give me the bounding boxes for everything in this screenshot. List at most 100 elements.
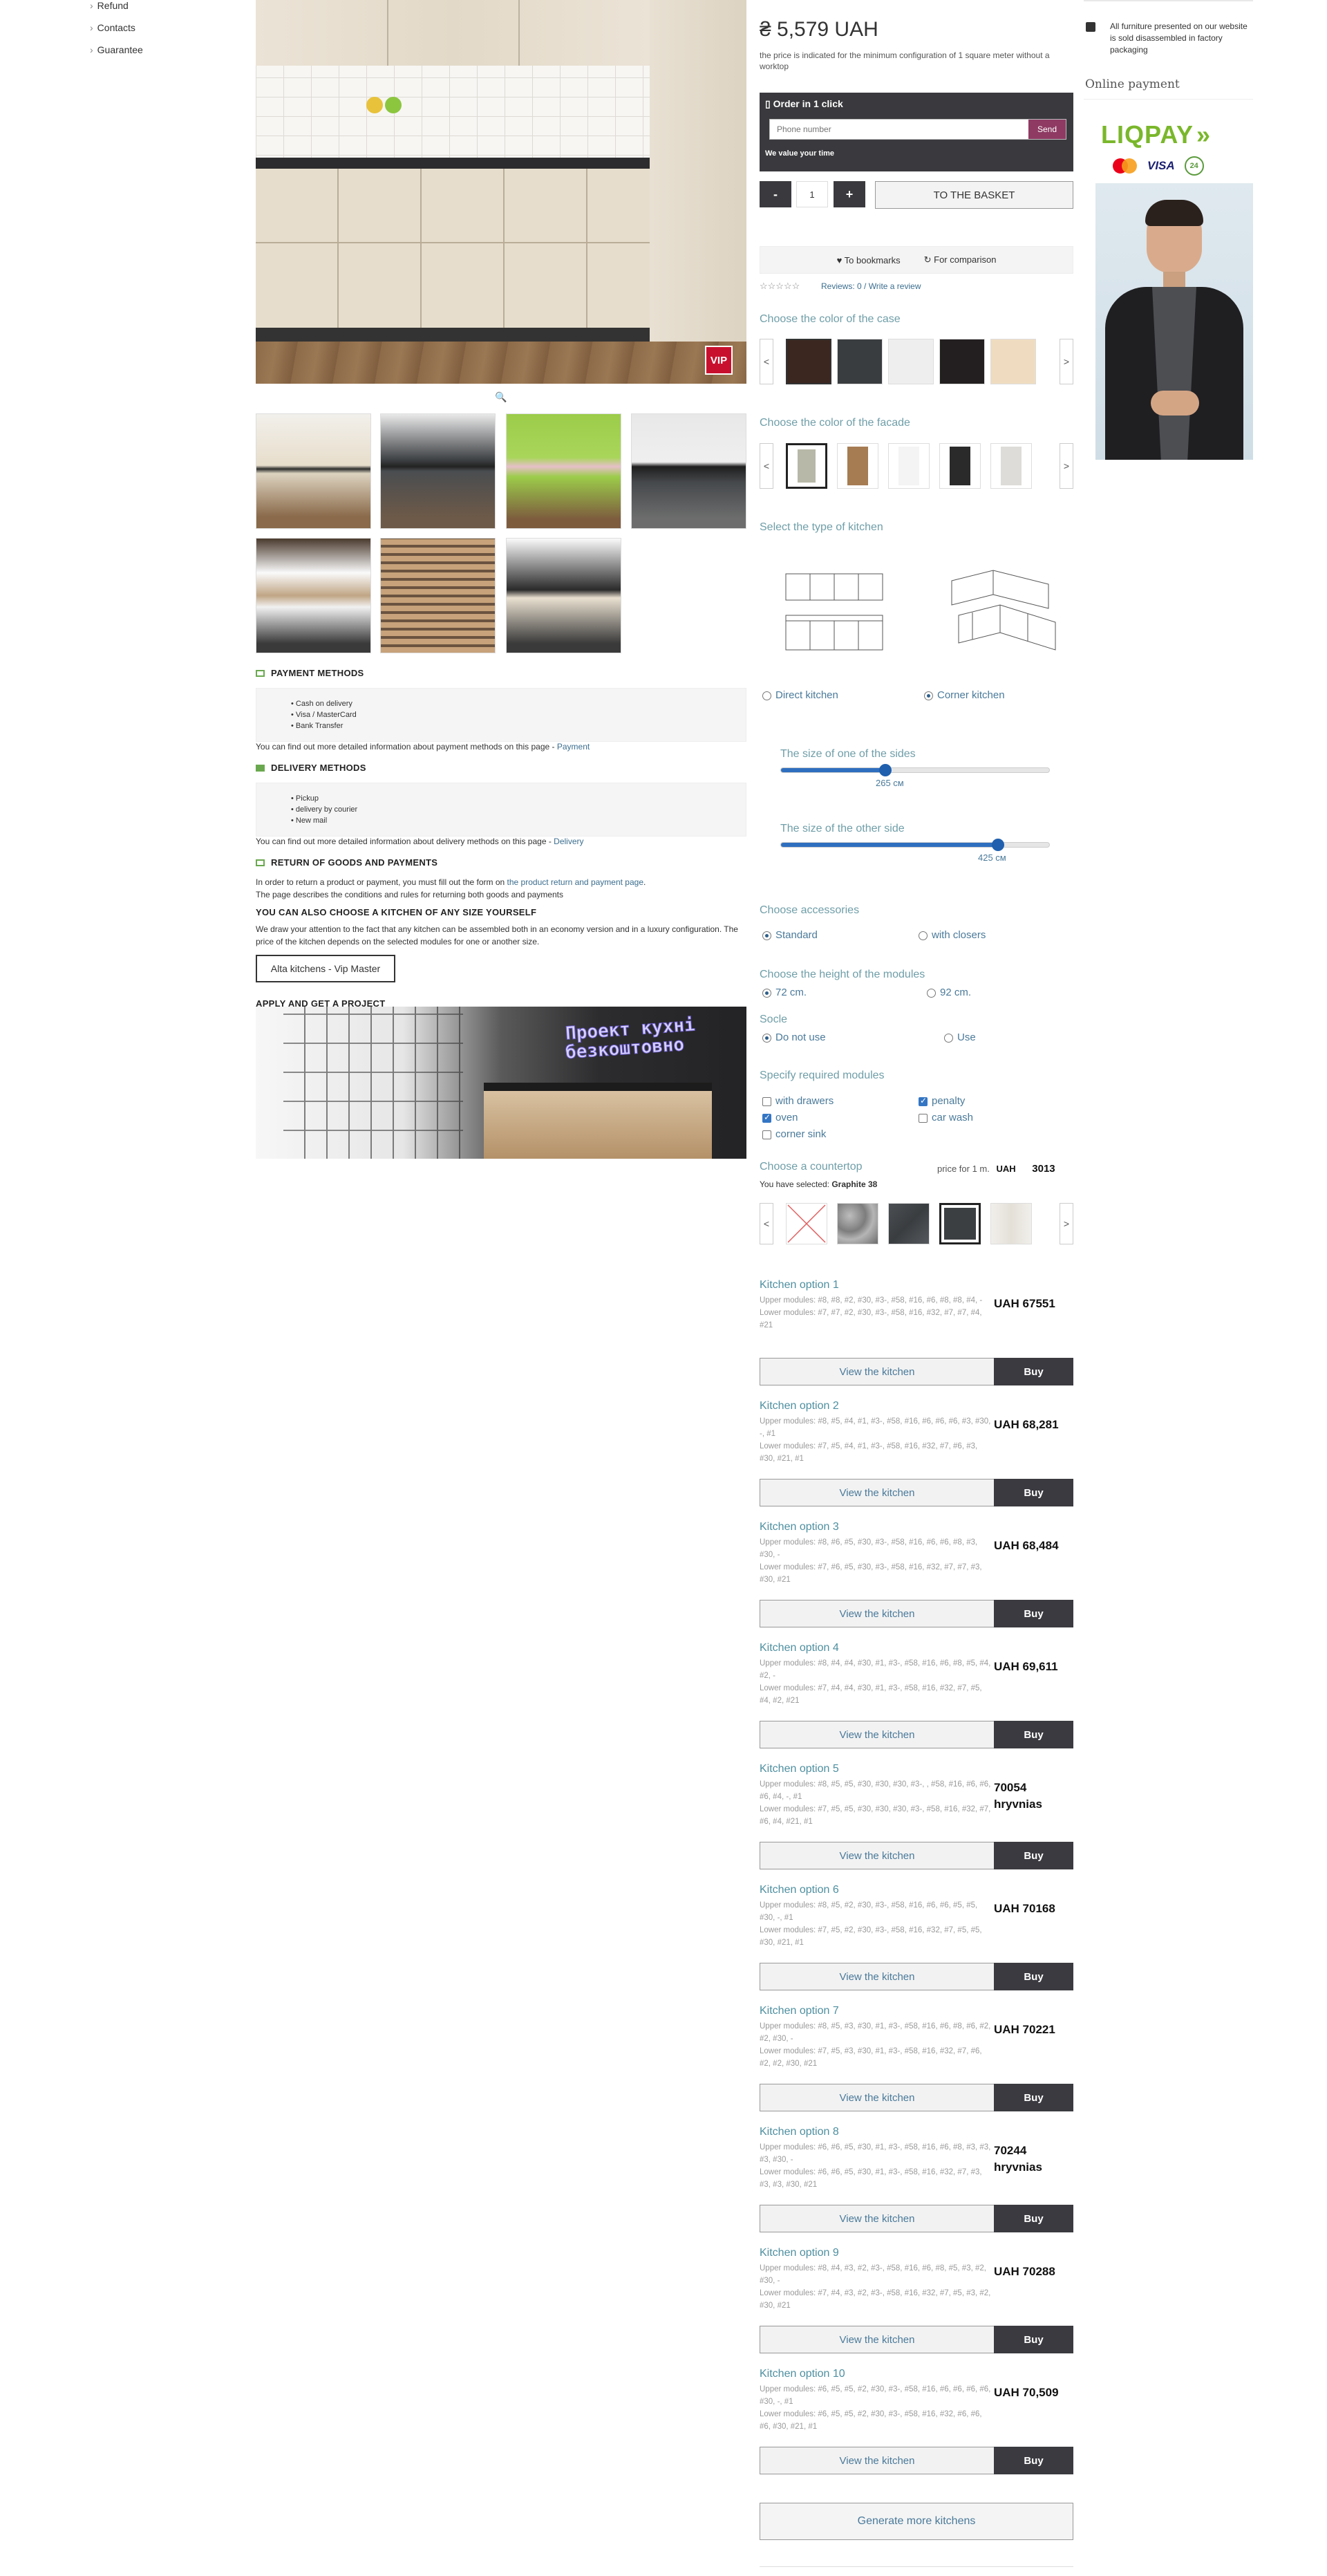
case-swatch[interactable] bbox=[939, 339, 985, 384]
facade-swatch[interactable] bbox=[990, 443, 1032, 489]
gallery-thumb-4[interactable] bbox=[631, 413, 746, 529]
case-next-arrow[interactable]: > bbox=[1060, 339, 1073, 384]
payment-link[interactable]: Payment bbox=[557, 742, 590, 752]
view-kitchen-button[interactable]: View the kitchen bbox=[760, 1600, 995, 1627]
countertop-next-arrow[interactable]: > bbox=[1060, 1203, 1073, 1244]
gallery-thumb-3[interactable] bbox=[506, 413, 621, 529]
side1-slider-handle[interactable] bbox=[879, 764, 892, 776]
socle-use-option[interactable]: Use bbox=[944, 1032, 976, 1043]
corner-kitchen-drawing[interactable] bbox=[945, 567, 1069, 657]
buy-button[interactable]: Buy bbox=[994, 1479, 1073, 1506]
phone-number-input[interactable] bbox=[770, 120, 1028, 139]
gallery-thumb-2[interactable] bbox=[380, 413, 496, 529]
module-checkbox[interactable] bbox=[762, 1112, 771, 1123]
countertop-swatch[interactable] bbox=[837, 1203, 878, 1244]
facade-swatch[interactable] bbox=[837, 443, 878, 489]
gallery-thumb-6[interactable] bbox=[380, 538, 496, 653]
sidebar-link-contacts[interactable]: Contacts bbox=[90, 22, 135, 33]
zoom-icon[interactable]: 🔍 bbox=[495, 391, 507, 402]
height-92-radio[interactable] bbox=[927, 989, 936, 998]
buy-button[interactable]: Buy bbox=[994, 1600, 1073, 1627]
buy-button[interactable]: Buy bbox=[994, 2326, 1073, 2353]
view-kitchen-button[interactable]: View the kitchen bbox=[760, 2326, 995, 2353]
case-swatch[interactable] bbox=[888, 339, 934, 384]
kitchen-option-title[interactable]: Kitchen option 8 bbox=[760, 2126, 839, 2138]
closers-radio[interactable] bbox=[919, 931, 928, 941]
countertop-swatch-selected[interactable] bbox=[939, 1203, 981, 1244]
qty-plus-button[interactable]: + bbox=[834, 181, 865, 207]
case-swatch[interactable] bbox=[786, 339, 831, 384]
delivery-link[interactable]: Delivery bbox=[554, 837, 583, 846]
kitchen-option-title[interactable]: Kitchen option 9 bbox=[760, 2247, 839, 2259]
module-option[interactable]: oven bbox=[762, 1112, 798, 1123]
direct-kitchen-radio[interactable] bbox=[762, 691, 771, 700]
alta-kitchens-button[interactable]: Alta kitchens - Vip Master bbox=[256, 955, 395, 982]
view-kitchen-button[interactable]: View the kitchen bbox=[760, 1842, 995, 1869]
buy-button[interactable]: Buy bbox=[994, 1358, 1073, 1385]
corner-kitchen-radio[interactable] bbox=[924, 691, 933, 700]
facade-swatch[interactable] bbox=[888, 443, 930, 489]
buy-button[interactable]: Buy bbox=[994, 1963, 1073, 1990]
view-kitchen-button[interactable]: View the kitchen bbox=[760, 2205, 995, 2232]
module-option[interactable]: with drawers bbox=[762, 1095, 834, 1107]
height-92-option[interactable]: 92 cm. bbox=[927, 987, 971, 998]
module-option[interactable]: penalty bbox=[919, 1095, 965, 1107]
facade-next-arrow[interactable]: > bbox=[1060, 443, 1073, 489]
kitchen-option-title[interactable]: Kitchen option 6 bbox=[760, 1884, 839, 1896]
module-checkbox[interactable] bbox=[919, 1096, 928, 1107]
corner-kitchen-option[interactable]: Corner kitchen bbox=[924, 689, 1005, 701]
module-option[interactable]: car wash bbox=[919, 1112, 973, 1123]
height-72-radio[interactable] bbox=[762, 989, 771, 998]
view-kitchen-button[interactable]: View the kitchen bbox=[760, 1358, 995, 1385]
countertop-prev-arrow[interactable]: < bbox=[760, 1203, 773, 1244]
side1-slider[interactable] bbox=[780, 764, 1050, 776]
kitchen-option-title[interactable]: Kitchen option 1 bbox=[760, 1279, 839, 1291]
buy-button[interactable]: Buy bbox=[994, 2084, 1073, 2111]
view-kitchen-button[interactable]: View the kitchen bbox=[760, 1963, 995, 1990]
main-product-image[interactable]: VIP bbox=[256, 0, 746, 384]
send-button[interactable]: Send bbox=[1028, 120, 1066, 139]
buy-button[interactable]: Buy bbox=[994, 2447, 1073, 2474]
case-swatch[interactable] bbox=[837, 339, 883, 384]
facade-swatch[interactable] bbox=[939, 443, 981, 489]
reviews-link[interactable]: Reviews: 0 / Write a review bbox=[821, 281, 921, 291]
standard-radio[interactable] bbox=[762, 931, 771, 941]
view-kitchen-button[interactable]: View the kitchen bbox=[760, 1721, 995, 1748]
socle-use-radio[interactable] bbox=[944, 1034, 953, 1043]
direct-kitchen-drawing[interactable] bbox=[779, 567, 890, 657]
bookmarks-link[interactable]: ♥ To bookmarks bbox=[837, 255, 901, 265]
countertop-none-swatch[interactable] bbox=[786, 1203, 827, 1244]
view-kitchen-button[interactable]: View the kitchen bbox=[760, 1479, 995, 1506]
generate-more-button[interactable]: Generate more kitchens bbox=[760, 2503, 1073, 2540]
view-kitchen-button[interactable]: View the kitchen bbox=[760, 2084, 995, 2111]
socle-no-option[interactable]: Do not use bbox=[762, 1032, 826, 1043]
sidebar-link-refund[interactable]: Refund bbox=[90, 0, 129, 11]
buy-button[interactable]: Buy bbox=[994, 1842, 1073, 1869]
accessories-closers-option[interactable]: with closers bbox=[919, 929, 986, 941]
socle-no-radio[interactable] bbox=[762, 1034, 771, 1043]
project-banner[interactable]: Проект кухні безкоштовно bbox=[256, 1007, 746, 1159]
comparison-link[interactable]: ↻ For comparison bbox=[924, 254, 997, 265]
qty-input[interactable]: 1 bbox=[796, 181, 828, 207]
kitchen-option-title[interactable]: Kitchen option 5 bbox=[760, 1763, 839, 1775]
kitchen-option-title[interactable]: Kitchen option 7 bbox=[760, 2005, 839, 2017]
gallery-thumb-5[interactable] bbox=[256, 538, 371, 653]
case-prev-arrow[interactable]: < bbox=[760, 339, 773, 384]
facade-prev-arrow[interactable]: < bbox=[760, 443, 773, 489]
case-swatch[interactable] bbox=[990, 339, 1036, 384]
direct-kitchen-option[interactable]: Direct kitchen bbox=[762, 689, 838, 701]
module-checkbox[interactable] bbox=[762, 1130, 771, 1140]
module-checkbox[interactable] bbox=[919, 1114, 928, 1123]
kitchen-option-title[interactable]: Kitchen option 10 bbox=[760, 2368, 845, 2380]
accessories-standard-option[interactable]: Standard bbox=[762, 929, 818, 941]
qty-minus-button[interactable]: - bbox=[760, 181, 791, 207]
side2-slider-handle[interactable] bbox=[992, 839, 1005, 851]
view-kitchen-button[interactable]: View the kitchen bbox=[760, 2447, 995, 2474]
side2-slider[interactable] bbox=[780, 839, 1050, 851]
countertop-swatch[interactable] bbox=[990, 1203, 1032, 1244]
return-link[interactable]: the product return and payment page bbox=[507, 877, 643, 887]
buy-button[interactable]: Buy bbox=[994, 1721, 1073, 1748]
to-basket-button[interactable]: TO THE BASKET bbox=[875, 181, 1073, 209]
gallery-thumb-1[interactable] bbox=[256, 413, 371, 529]
sidebar-link-guarantee[interactable]: Guarantee bbox=[90, 44, 143, 55]
